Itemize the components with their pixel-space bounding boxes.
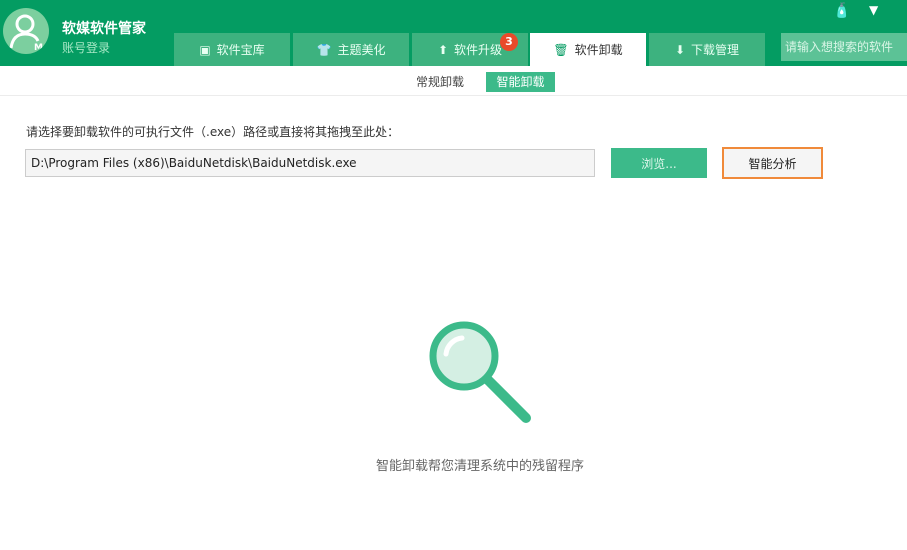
trash-icon: 🗑 xyxy=(553,42,569,57)
tab-theme[interactable]: 👕 主题美化 xyxy=(293,33,409,66)
tab-label: 主题美化 xyxy=(337,43,386,57)
user-icon: M xyxy=(9,14,43,53)
smart-analyze-button[interactable]: 智能分析 xyxy=(722,147,823,179)
store-icon: ▣ xyxy=(199,42,211,57)
login-link[interactable]: 账号登录 xyxy=(62,39,110,56)
tab-label: 下载管理 xyxy=(691,43,740,57)
upgrade-count-badge: 3 xyxy=(500,33,518,51)
tab-label: 软件卸载 xyxy=(574,43,623,57)
header: M 软媒软件管家 账号登录 🧴 ▼ ▣ 软件宝库 👕 主题美化 ⬆ 软件升级 3 🗑 软件… xyxy=(0,0,907,66)
subtab-smart-uninstall[interactable]: 智能卸载 xyxy=(486,72,555,92)
path-prompt: 请选择要卸载软件的可执行文件（.exe）路径或直接将其拖拽至此处： xyxy=(26,125,400,139)
search-input[interactable] xyxy=(781,33,907,61)
subtab-regular-uninstall[interactable]: 常规卸载 xyxy=(408,72,472,92)
exe-path-input[interactable] xyxy=(25,149,595,177)
download-icon: ⬇ xyxy=(674,42,686,57)
upgrade-icon: ⬆ xyxy=(437,42,449,57)
tshirt-icon: 👕 xyxy=(316,42,332,57)
empty-state-caption: 智能卸载帮您清理系统中的残留程序 xyxy=(375,459,584,474)
tab-uninstall[interactable]: 🗑 软件卸载 xyxy=(530,33,646,66)
tab-label: 软件升级 xyxy=(454,43,503,57)
tab-upgrade[interactable]: ⬆ 软件升级 3 xyxy=(412,33,528,66)
menu-dropdown-icon[interactable]: ▼ xyxy=(869,3,878,17)
tab-label: 软件宝库 xyxy=(216,43,265,57)
browse-button[interactable]: 浏览... xyxy=(611,148,707,178)
subtab-bar: 常规卸载 智能卸载 xyxy=(0,66,907,96)
tab-software-store[interactable]: ▣ 软件宝库 xyxy=(174,33,290,66)
avatar[interactable]: M xyxy=(3,8,49,54)
magnifier-icon xyxy=(429,321,531,423)
tab-download[interactable]: ⬇ 下载管理 xyxy=(649,33,765,66)
app-title: 软媒软件管家 xyxy=(62,21,146,37)
svg-text:M: M xyxy=(34,43,43,53)
skin-icon[interactable]: 🧴 xyxy=(833,3,850,19)
